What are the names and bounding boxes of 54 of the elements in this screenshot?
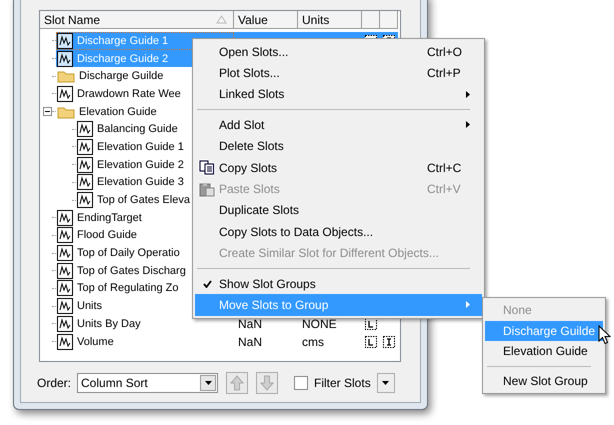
waveform-icon [77, 174, 93, 190]
table-cell: cms [302, 334, 324, 349]
waveform-icon [77, 192, 93, 208]
tree-item[interactable]: Volume [56, 332, 234, 350]
waveform-icon [57, 334, 73, 350]
column-header[interactable]: Value [234, 11, 298, 29]
down-arrow-icon [260, 375, 274, 391]
move-up-button[interactable] [226, 372, 248, 394]
collapse-icon[interactable] [43, 107, 52, 116]
waveform-icon [57, 262, 73, 279]
dropdown-button[interactable] [376, 373, 395, 393]
dropdown-arrow-icon [204, 381, 212, 385]
menu-item[interactable]: New Slot Group [485, 370, 603, 392]
up-arrow-icon [230, 375, 244, 391]
waveform-icon [57, 86, 73, 102]
waveform-icon [57, 227, 73, 244]
move-down-button[interactable] [256, 372, 278, 394]
column-header[interactable]: Units [298, 11, 362, 29]
menu-item[interactable]: Copy Slots Ctrl+C [195, 156, 482, 178]
menu-item[interactable]: Duplicate Slots [195, 200, 482, 222]
submenu-arrow-icon [466, 301, 470, 308]
dropdown-arrow-icon [382, 381, 390, 385]
tree-item[interactable]: Units By Day [56, 315, 234, 333]
submenu-arrow-icon [466, 90, 470, 98]
menu-item[interactable]: Delete Slots [195, 136, 482, 157]
waveform-icon [77, 156, 93, 173]
sort-icon [216, 15, 227, 24]
waveform-icon [57, 298, 73, 314]
copy-icon [199, 160, 215, 176]
column-header[interactable] [380, 11, 398, 29]
order-label: Order: [37, 376, 72, 390]
checkbox[interactable] [294, 376, 308, 390]
menu-item[interactable]: Linked Slots [195, 84, 482, 106]
table-cell: NaN [238, 334, 262, 349]
waveform-icon [57, 280, 73, 296]
menu-item[interactable]: Copy Slots to Data Objects... [195, 221, 482, 243]
waveform-icon [57, 316, 73, 332]
waveform-icon [57, 32, 73, 49]
checkbox-label: Filter Slots [314, 376, 371, 390]
column-header[interactable] [362, 11, 380, 29]
waveform-icon [57, 50, 73, 67]
waveform-icon [57, 245, 73, 262]
table-cell: NONE [302, 316, 337, 331]
order-dropdown[interactable]: Column Sort [77, 373, 218, 393]
clipboard-icon [199, 182, 215, 197]
submenu-arrow-icon [466, 121, 470, 128]
menu-item[interactable]: Elevation Guide [485, 341, 603, 362]
column-header[interactable]: Slot Name [40, 11, 234, 29]
waveform-icon [77, 138, 93, 155]
table-cell: NaN [238, 316, 262, 331]
folder-icon [57, 104, 75, 119]
waveform-icon [57, 210, 73, 226]
mouse-cursor-icon [598, 325, 611, 345]
waveform-icon [77, 121, 93, 138]
